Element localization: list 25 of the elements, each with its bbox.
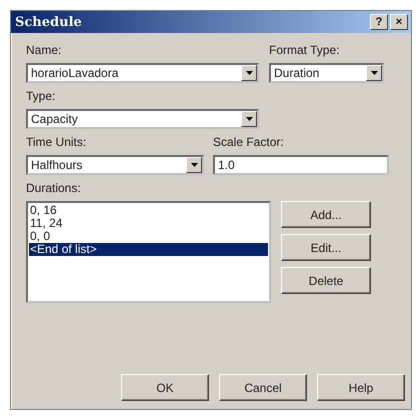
time-units-combo[interactable]: Halfhours <box>26 155 204 175</box>
cancel-button[interactable]: Cancel <box>219 374 307 401</box>
list-item[interactable]: 11, 24 <box>29 217 268 230</box>
help-button[interactable]: ? <box>370 14 388 30</box>
close-button[interactable]: × <box>390 14 408 30</box>
list-item[interactable]: 0, 16 <box>29 204 268 217</box>
list-item[interactable]: 0, 0 <box>29 230 268 243</box>
add-button[interactable]: Add... <box>281 201 371 228</box>
field-label: Durations: <box>26 181 81 197</box>
field-label: Format Type: <box>269 43 340 59</box>
ok-button[interactable]: OK <box>121 374 209 401</box>
delete-button[interactable]: Delete <box>281 267 371 294</box>
field-label: Scale Factor: <box>213 135 284 151</box>
scale-factor-field[interactable]: 1.0 <box>213 155 389 175</box>
durations-list[interactable]: 0, 16 11, 24 0, 0 <End of list> <box>26 201 271 303</box>
help-button[interactable]: Help <box>317 374 405 401</box>
field-label: Type: <box>26 89 56 105</box>
field-label: Name: <box>26 43 62 59</box>
format-type-combo[interactable]: Duration <box>269 63 384 83</box>
list-item[interactable]: <End of list> <box>29 243 268 256</box>
field-label: Time Units: <box>26 135 88 151</box>
window-title: Schedule <box>15 14 82 30</box>
type-combo[interactable]: Capacity <box>26 109 259 129</box>
edit-button[interactable]: Edit... <box>281 234 371 261</box>
name-combo[interactable]: horarioLavadora <box>26 63 259 83</box>
